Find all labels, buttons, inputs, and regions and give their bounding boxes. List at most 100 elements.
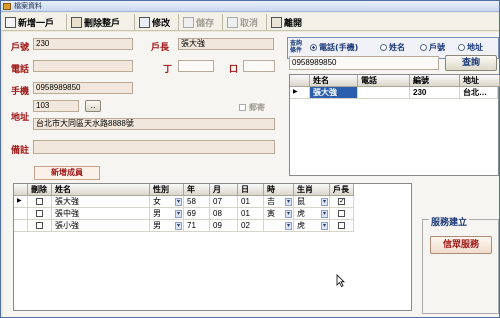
member-delete-cell [28, 208, 52, 220]
member-day-cell[interactable]: 02 [238, 220, 264, 232]
phone-field[interactable] [33, 60, 133, 72]
dropdown-arrow-icon[interactable]: ▾ [321, 198, 328, 206]
col-day-header[interactable]: 日 [238, 184, 264, 196]
member-zodiac-cell[interactable]: 虎 ▾ [294, 220, 330, 232]
exit-door-icon [271, 16, 282, 28]
window-title: 檔案資料 [14, 2, 42, 10]
col-id-header[interactable]: 編號 [410, 75, 460, 87]
members-grid: 刪除 姓名 性別 年 月 日 時 生肖 戶長 ▶ 張大強 女 ▾ 58 07 01… [13, 183, 412, 311]
mail-checkbox[interactable] [239, 104, 246, 111]
app-window: 檔案資料 新增一戶 刪除整戶 修改 儲存 取消 離開 戶號 230 戶長 張大強… [0, 0, 500, 318]
delete-checkbox[interactable] [36, 198, 43, 205]
save-icon [183, 16, 194, 28]
col-month-header[interactable]: 月 [210, 184, 238, 196]
col-delete-header[interactable]: 刪除 [28, 184, 52, 196]
member-month-cell[interactable]: 07 [210, 196, 238, 208]
leave-button[interactable]: 離開 [269, 14, 311, 30]
ding-label: 丁 [163, 65, 173, 75]
head-checkbox[interactable] [338, 222, 345, 229]
head-field[interactable]: 張大強 [178, 38, 274, 50]
add-member-button[interactable]: 新增成員 [34, 166, 100, 180]
col-gender-header[interactable]: 性別 [150, 184, 184, 196]
col-hour-header[interactable]: 時 [264, 184, 294, 196]
address-lookup-button[interactable]: .. [85, 100, 101, 112]
member-hour-cell[interactable]: ▾ [264, 220, 294, 232]
member-delete-cell [28, 196, 52, 208]
new-document-icon [5, 16, 16, 28]
ding-field[interactable] [178, 60, 214, 72]
member-head-cell: ✓ [330, 196, 354, 208]
col-zodiac-header[interactable]: 生肖 [294, 184, 330, 196]
cancel-button[interactable]: 取消 [225, 14, 267, 30]
address-field[interactable]: 台北市大同區天水路8888號 [33, 118, 275, 130]
member-year-cell[interactable]: 58 [184, 196, 210, 208]
member-zodiac-cell[interactable]: 虎 ▾ [294, 208, 330, 220]
save-button[interactable]: 儲存 [181, 14, 223, 30]
dropdown-arrow-icon[interactable]: ▾ [175, 198, 182, 206]
kou-field[interactable] [243, 60, 275, 72]
member-zodiac-cell[interactable]: 鼠 ▾ [294, 196, 330, 208]
dropdown-arrow-icon[interactable]: ▾ [175, 210, 182, 218]
member-name-cell[interactable]: 張小強 [52, 220, 150, 232]
dropdown-arrow-icon[interactable]: ▾ [285, 198, 292, 206]
search-option-address[interactable]: 地址 [458, 42, 483, 53]
member-head-cell [330, 220, 354, 232]
col-member-name-header[interactable]: 姓名 [52, 184, 150, 196]
col-year-header[interactable]: 年 [184, 184, 210, 196]
search-option-name[interactable]: 姓名 [380, 42, 405, 53]
member-delete-cell [28, 220, 52, 232]
notes-field[interactable] [33, 140, 275, 154]
delete-household-button[interactable]: 刪除整戶 [69, 14, 135, 30]
member-year-cell[interactable]: 69 [184, 208, 210, 220]
search-option-phone[interactable]: 電話(手機) [310, 42, 358, 53]
title-bar: 檔案資料 [1, 1, 499, 12]
search-option-household[interactable]: 戶號 [420, 42, 445, 53]
delete-checkbox[interactable] [36, 222, 43, 229]
radio-selected-icon [310, 44, 317, 51]
mail-option: 郵寄 [239, 102, 265, 113]
search-input[interactable]: 0958989850 [289, 56, 439, 70]
member-gender-cell[interactable]: 男 ▾ [150, 208, 184, 220]
main-panel: 戶號 230 戶長 張大強 電話 丁 口 手機 0958989850 地址 10… [3, 32, 500, 317]
member-day-cell[interactable]: 01 [238, 208, 264, 220]
head-checkbox[interactable] [338, 210, 345, 217]
new-household-button[interactable]: 新增一戶 [3, 14, 67, 30]
radio-icon [458, 44, 465, 51]
member-hour-cell[interactable]: 吉 ▾ [264, 196, 294, 208]
address-code-field[interactable]: 103 [33, 100, 79, 112]
believer-service-button[interactable]: 信眾服務 [430, 236, 492, 254]
edit-button[interactable]: 修改 [137, 14, 179, 30]
household-field[interactable]: 230 [33, 38, 133, 50]
member-gender-cell[interactable]: 女 ▾ [150, 196, 184, 208]
dropdown-arrow-icon[interactable]: ▾ [321, 222, 328, 230]
result-address-cell[interactable]: 台北… [460, 87, 498, 99]
dropdown-arrow-icon[interactable]: ▾ [321, 210, 328, 218]
member-gender-cell[interactable]: 男 ▾ [150, 220, 184, 232]
member-month-cell[interactable]: 08 [210, 208, 238, 220]
member-hour-cell[interactable]: 寅 ▾ [264, 208, 294, 220]
result-phone-cell[interactable] [358, 87, 410, 99]
notes-label: 備註 [11, 146, 30, 156]
member-month-cell[interactable]: 09 [210, 220, 238, 232]
delete-checkbox[interactable] [36, 210, 43, 217]
col-head-header[interactable]: 戶長 [330, 184, 354, 196]
col-name-header[interactable]: 姓名 [310, 75, 358, 87]
service-panel: 服務建立 信眾服務 [422, 215, 499, 314]
mobile-field[interactable]: 0958989850 [33, 82, 133, 94]
row-header [14, 220, 28, 232]
dropdown-arrow-icon[interactable]: ▾ [175, 222, 182, 230]
member-year-cell[interactable]: 71 [184, 220, 210, 232]
col-phone-header[interactable]: 電話 [358, 75, 410, 87]
col-address-header[interactable]: 地址 [460, 75, 500, 87]
result-name-cell[interactable]: 張大強 [310, 87, 358, 99]
dropdown-arrow-icon[interactable]: ▾ [285, 210, 292, 218]
member-head-cell [330, 208, 354, 220]
mobile-label: 手機 [11, 87, 30, 97]
member-name-cell[interactable]: 張中強 [52, 208, 150, 220]
result-id-cell[interactable]: 230 [410, 87, 460, 99]
head-checkbox-checked[interactable]: ✓ [338, 198, 345, 205]
member-day-cell[interactable]: 01 [238, 196, 264, 208]
member-name-cell[interactable]: 張大強 [52, 196, 150, 208]
query-button[interactable]: 查詢 [445, 55, 497, 71]
dropdown-arrow-icon[interactable]: ▾ [285, 222, 292, 230]
